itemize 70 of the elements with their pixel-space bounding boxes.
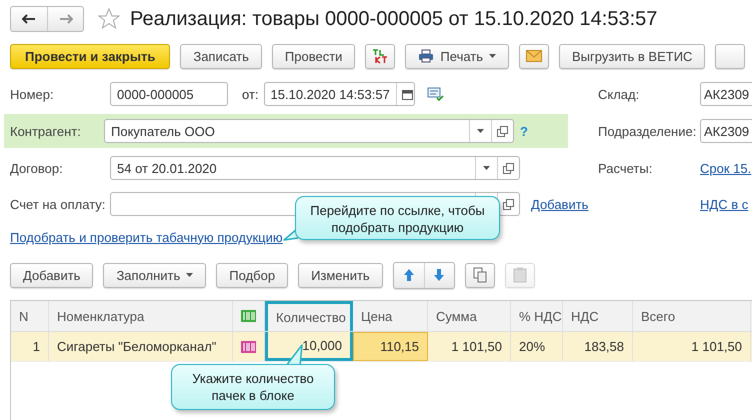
vat-link[interactable]: НДС в с [700, 196, 748, 212]
accounting-entries-button[interactable] [365, 44, 396, 68]
open-icon [503, 198, 514, 210]
toolbar-button[interactable]: Добавить [10, 262, 94, 288]
open-icon [503, 162, 514, 174]
toolbar-button[interactable]: Записать [180, 44, 262, 68]
arrow-right-icon [58, 14, 72, 24]
copy-button[interactable] [464, 262, 495, 288]
table-row[interactable]: 1 Сигареты "Беломорканал" 10,000 110,15 1 101,50 20% 183,58 1 101,50 [11, 332, 752, 362]
caret-icon [483, 166, 490, 170]
envelope-icon [526, 50, 542, 62]
column-header[interactable]: Сумма [428, 301, 511, 331]
copy-icon [472, 267, 487, 283]
column-header[interactable]: % НДС [511, 301, 563, 331]
date-field[interactable]: 15.10.2020 14:53:57 [264, 82, 415, 106]
calendar-icon [402, 88, 413, 100]
arrow-left-icon [22, 14, 36, 24]
toolbar-button[interactable] [715, 44, 746, 68]
open-icon [497, 126, 508, 136]
column-header[interactable]: НДС [563, 301, 633, 331]
caret-icon [489, 54, 496, 58]
toolbar-button[interactable]: Выгрузить в ВЕТИС [559, 44, 706, 68]
column-header[interactable]: N [11, 301, 49, 331]
menu-button[interactable]: Заполнить [103, 262, 206, 288]
field-label: Договор: [10, 160, 64, 176]
table-cell: Сигареты "Беломорканал" [49, 332, 233, 361]
field-label: Номер: [10, 86, 55, 102]
table-cell: 183,58 [563, 332, 633, 361]
field-label: Подразделение: [598, 124, 698, 138]
settlements-link[interactable]: Срок 15. [700, 160, 752, 176]
marking-header-icon [241, 310, 256, 322]
debit-credit-icon [371, 47, 390, 65]
toolbar-button[interactable]: Изменить [298, 262, 383, 288]
column-header[interactable]: Цена [353, 301, 428, 331]
table-cell: 1 101,50 [633, 332, 751, 361]
column-header[interactable]: Номенклатура [49, 301, 233, 331]
contract-field[interactable]: 54 от 20.01.2020 [110, 156, 520, 180]
caret-icon [477, 129, 484, 133]
division-field[interactable]: АК2309 [700, 119, 752, 143]
toolbar-button[interactable]: Провести [272, 44, 356, 68]
number-field[interactable]: 0000-000005 [110, 82, 228, 106]
field-label: Склад: [598, 86, 640, 102]
counterparty-field[interactable]: Покупатель ООО [104, 119, 514, 143]
arrow-down-icon [433, 268, 446, 282]
email-button[interactable] [519, 44, 550, 68]
printer-icon [418, 49, 434, 63]
star-icon[interactable] [98, 8, 120, 30]
table-cell: 110,15 [353, 332, 428, 361]
post-and-close-button[interactable]: Провести и закрыть [10, 44, 170, 68]
toolbar-button[interactable]: Подбор [216, 262, 288, 288]
tobacco-selection-link[interactable]: Подобрать и проверить табачную продукцию [10, 230, 283, 244]
field-label: от: [242, 86, 259, 102]
table-cell: 1 101,50 [428, 332, 511, 361]
clipboard-icon [512, 267, 527, 283]
add-link[interactable]: Добавить [531, 196, 588, 212]
caret-icon [186, 273, 194, 277]
marking-icon [241, 340, 256, 352]
field-label: Расчеты: [598, 160, 654, 176]
window-title: Реализация: товары 0000-000005 от 15.10.2020 14:53:57 [130, 8, 658, 30]
document-check-icon[interactable] [426, 87, 445, 101]
hint-callout: Укажите количество пачек в блоке [171, 364, 335, 410]
table-cell: 20% [511, 332, 563, 361]
field-label: Счет на оплату: [10, 196, 106, 212]
arrow-up-icon [402, 268, 415, 282]
field-label: Контрагент: [10, 124, 82, 138]
table-cell: 1 [11, 332, 49, 361]
menu-button[interactable]: Печать [405, 44, 510, 68]
column-header[interactable]: Всего [633, 301, 751, 331]
hint-callout: Перейдите по ссылке, чтобы подобрать продукцию [295, 196, 500, 240]
warehouse-field[interactable]: АК2309 [700, 82, 752, 106]
